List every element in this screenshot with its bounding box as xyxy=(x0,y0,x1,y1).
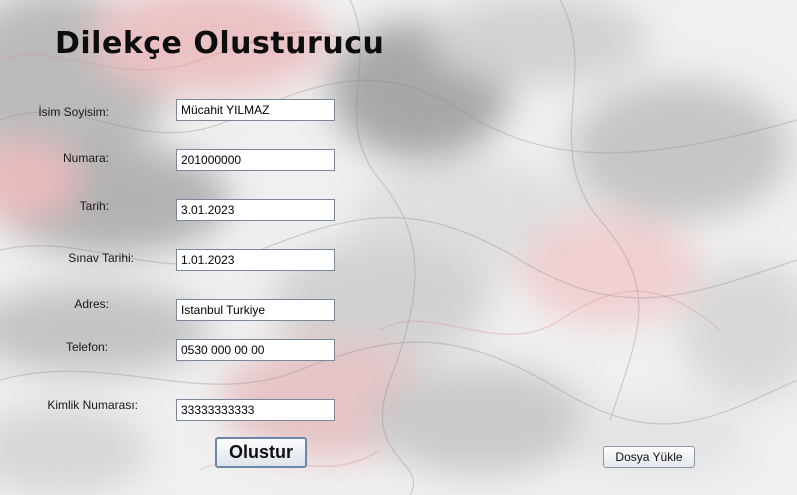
name-field[interactable] xyxy=(176,99,335,121)
create-button[interactable]: Olustur xyxy=(215,437,307,468)
number-label: Numara: xyxy=(62,151,109,165)
date-field[interactable] xyxy=(176,199,335,221)
number-field[interactable] xyxy=(176,149,335,171)
exam-date-field[interactable] xyxy=(176,249,335,271)
address-label: Adres: xyxy=(74,297,109,311)
id-number-label: Kimlik Numarası: xyxy=(47,398,138,412)
page-title: Dilekçe Olusturucu xyxy=(55,26,385,61)
name-label: İsim Soyisim: xyxy=(38,105,109,119)
upload-file-button[interactable]: Dosya Yükle xyxy=(603,446,695,468)
phone-label: Telefon: xyxy=(65,340,108,354)
date-label: Tarih: xyxy=(79,199,109,213)
phone-field[interactable] xyxy=(176,339,335,361)
address-field[interactable] xyxy=(176,299,335,321)
exam-date-label: Sınav Tarihi: xyxy=(68,251,134,265)
id-number-field[interactable] xyxy=(176,399,335,421)
